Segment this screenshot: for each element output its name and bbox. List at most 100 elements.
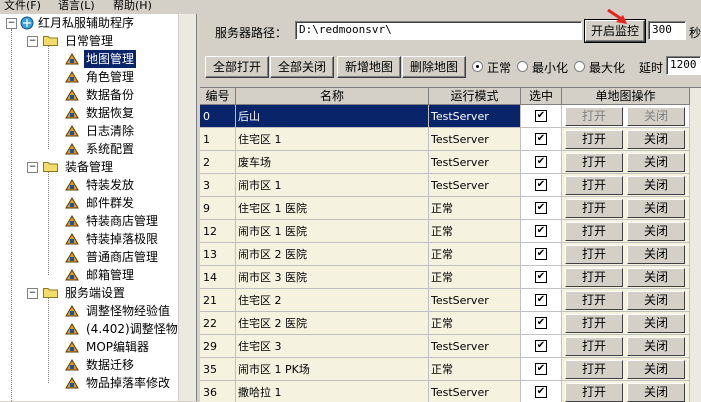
row-checkbox[interactable]: ✔ [535, 179, 547, 191]
row-close-button[interactable]: 关闭 [627, 153, 685, 172]
row-close-button[interactable]: 关闭 [627, 383, 685, 402]
monitor-interval-input[interactable]: 300 [648, 21, 686, 40]
tree-item[interactable]: 地图管理 [0, 50, 178, 68]
row-checkbox[interactable]: ✔ [535, 271, 547, 283]
table-row[interactable]: 12 闹市区 1 医院 正常 ✔ 打开 关闭 [200, 220, 690, 243]
row-open-button[interactable]: 打开 [565, 314, 623, 333]
row-checkbox[interactable]: ✔ [535, 363, 547, 375]
menu-help[interactable]: 帮助(H) [113, 0, 152, 12]
row-open-button[interactable]: 打开 [565, 130, 623, 149]
collapse-icon[interactable]: − [27, 288, 38, 299]
tree-item[interactable]: MOP编辑器 [0, 338, 178, 356]
table-row[interactable]: 9 住宅区 1 医院 正常 ✔ 打开 关闭 [200, 197, 690, 220]
tree-group[interactable]: − 日常管理 [0, 32, 178, 50]
row-open-button[interactable]: 打开 [565, 337, 623, 356]
mode-maximize-radio[interactable] [574, 61, 585, 72]
table-row[interactable]: 2 废车场 TestServer ✔ 打开 关闭 [200, 151, 690, 174]
row-checkbox[interactable]: ✔ [535, 340, 547, 352]
row-open-button[interactable]: 打开 [565, 268, 623, 287]
tree-item[interactable]: 系统配置 [0, 140, 178, 158]
tree-item[interactable]: 数据备份 [0, 86, 178, 104]
table-row[interactable]: 36 撒哈拉 1 TestServer ✔ 打开 关闭 [200, 381, 690, 402]
column-header-id[interactable]: 编号 [200, 88, 236, 105]
row-checkbox[interactable]: ✔ [535, 317, 547, 329]
row-close-button[interactable]: 关闭 [627, 314, 685, 333]
row-checkbox[interactable]: ✔ [535, 248, 547, 260]
row-close-button[interactable]: 关闭 [627, 176, 685, 195]
row-open-button[interactable]: 打开 [565, 153, 623, 172]
table-row[interactable]: 35 闹市区 1 PK场 正常 ✔ 打开 关闭 [200, 358, 690, 381]
column-header-mode[interactable]: 运行模式 [429, 88, 521, 105]
row-checkbox[interactable]: ✔ [535, 202, 547, 214]
row-open-button[interactable]: 打开 [565, 291, 623, 310]
row-close-button[interactable]: 关闭 [627, 337, 685, 356]
tree-item[interactable]: (4.402)调整怪物 [0, 320, 178, 338]
delete-map-button[interactable]: 删除地图 [402, 56, 466, 78]
server-path-input[interactable]: D:\redmoonsvr\ [295, 21, 582, 40]
row-checkbox[interactable]: ✔ [535, 110, 547, 122]
table-row[interactable]: 3 闹市区 1 TestServer ✔ 打开 关闭 [200, 174, 690, 197]
table-row[interactable]: 21 住宅区 2 TestServer ✔ 打开 关闭 [200, 289, 690, 312]
tree-item[interactable]: 日志清除 [0, 122, 178, 140]
tree-item[interactable]: 特装商店管理 [0, 212, 178, 230]
tree-group[interactable]: − 装备管理 [0, 158, 178, 176]
menu-language[interactable]: 语言(L) [58, 0, 95, 12]
tree-item[interactable]: 特装掉落极限 [0, 230, 178, 248]
table-row[interactable]: 29 住宅区 3 TestServer ✔ 打开 关闭 [200, 335, 690, 358]
tree-item[interactable]: 邮件群发 [0, 194, 178, 212]
column-header-selected[interactable]: 选中 [521, 88, 562, 105]
tree-item[interactable]: 数据恢复 [0, 104, 178, 122]
collapse-icon[interactable]: − [27, 36, 38, 47]
row-close-button[interactable]: 关闭 [627, 268, 685, 287]
column-header-actions[interactable]: 单地图操作 [562, 88, 690, 105]
row-open-button[interactable]: 打开 [565, 383, 623, 402]
row-close-button[interactable]: 关闭 [627, 130, 685, 149]
row-open-button[interactable]: 打开 [565, 107, 623, 126]
collapse-icon[interactable]: − [27, 162, 38, 173]
collapse-icon[interactable]: − [6, 18, 17, 29]
row-checkbox[interactable]: ✔ [535, 294, 547, 306]
tree-root[interactable]: − 红月私服辅助程序 [0, 14, 178, 32]
row-close-button[interactable]: 关闭 [627, 107, 685, 126]
row-name: 废车场 [236, 151, 429, 174]
row-checkbox[interactable]: ✔ [535, 133, 547, 145]
mode-minimize-radio[interactable] [517, 61, 528, 72]
row-open-button[interactable]: 打开 [565, 176, 623, 195]
row-open-button[interactable]: 打开 [565, 360, 623, 379]
row-mode: 正常 [429, 358, 521, 381]
row-open-button[interactable]: 打开 [565, 199, 623, 218]
close-all-button[interactable]: 全部关闭 [270, 56, 334, 78]
row-open-button[interactable]: 打开 [565, 222, 623, 241]
tree-item-label: 数据恢复 [86, 106, 135, 120]
tree-group[interactable]: − 服务端设置 [0, 284, 178, 302]
row-open-button[interactable]: 打开 [565, 245, 623, 264]
table-row[interactable]: 0 后山 TestServer ✔ 打开 关闭 [200, 105, 690, 128]
tree-scrollbar[interactable] [178, 14, 196, 401]
row-checkbox[interactable]: ✔ [535, 386, 547, 398]
row-close-button[interactable]: 关闭 [627, 245, 685, 264]
tree-item[interactable]: 数据迁移 [0, 356, 178, 374]
grid-scrollbar[interactable] [690, 88, 701, 402]
row-close-button[interactable]: 关闭 [627, 291, 685, 310]
table-row[interactable]: 22 住宅区 2 医院 正常 ✔ 打开 关闭 [200, 312, 690, 335]
row-close-button[interactable]: 关闭 [627, 222, 685, 241]
table-row[interactable]: 13 闹市区 2 医院 正常 ✔ 打开 关闭 [200, 243, 690, 266]
column-header-name[interactable]: 名称 [236, 88, 429, 105]
menu-file[interactable]: 文件(F) [4, 0, 41, 12]
tree-item[interactable]: 邮箱管理 [0, 266, 178, 284]
row-close-button[interactable]: 关闭 [627, 199, 685, 218]
row-checkbox[interactable]: ✔ [535, 225, 547, 237]
table-row[interactable]: 14 闹市区 3 医院 正常 ✔ 打开 关闭 [200, 266, 690, 289]
tree-item[interactable]: 角色管理 [0, 68, 178, 86]
delay-input[interactable]: 1200 [666, 56, 701, 75]
open-all-button[interactable]: 全部打开 [205, 56, 269, 78]
row-checkbox[interactable]: ✔ [535, 156, 547, 168]
row-close-button[interactable]: 关闭 [627, 360, 685, 379]
tree-item[interactable]: 特装发放 [0, 176, 178, 194]
mode-normal-radio[interactable] [472, 61, 483, 72]
tree-item[interactable]: 物品掉落率修改 [0, 374, 178, 392]
tree-item[interactable]: 普通商店管理 [0, 248, 178, 266]
add-map-button[interactable]: 新增地图 [337, 56, 401, 78]
table-row[interactable]: 1 住宅区 1 TestServer ✔ 打开 关闭 [200, 128, 690, 151]
tree-item[interactable]: 调整怪物经验值 [0, 302, 178, 320]
